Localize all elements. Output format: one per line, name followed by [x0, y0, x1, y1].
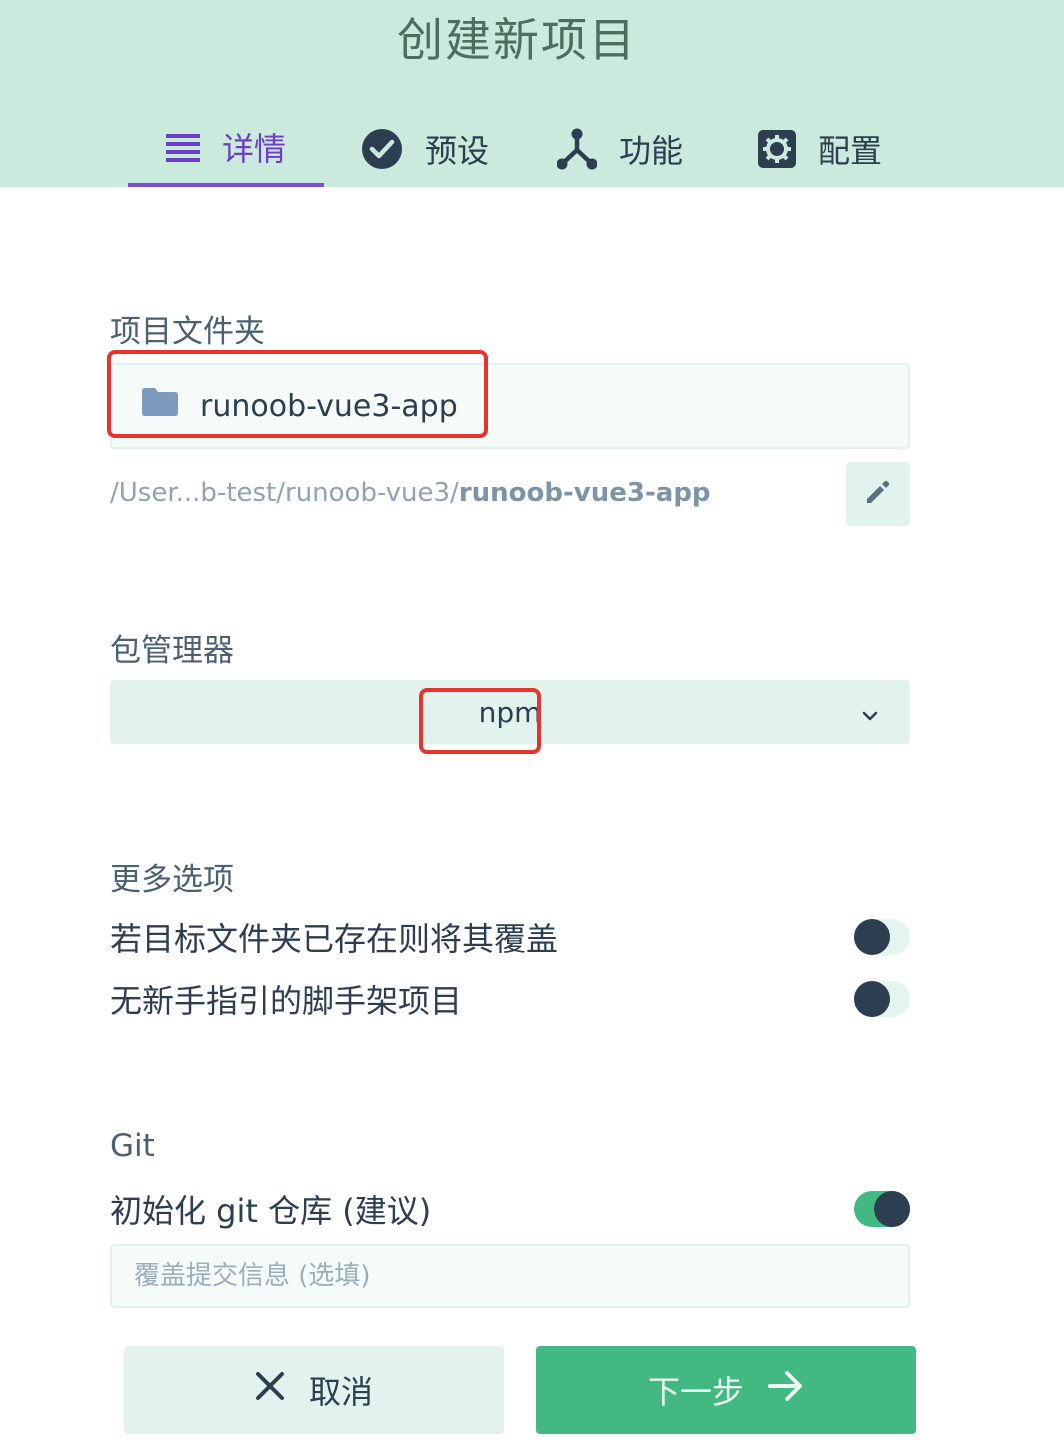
package-manager-select[interactable]: npm — [110, 680, 910, 744]
overwrite-toggle[interactable] — [854, 919, 910, 955]
page-title: 创建新项目 — [397, 13, 637, 67]
option-no-guide: 无新手指引的脚手架项目 — [110, 976, 910, 1022]
gear-icon — [757, 129, 796, 168]
toggle-knob — [854, 981, 890, 1017]
toggle-knob — [854, 919, 890, 955]
git-init-toggle[interactable] — [854, 1191, 910, 1227]
option-label: 若目标文件夹已存在则将其覆盖 — [110, 920, 559, 958]
check-circle-icon — [361, 128, 403, 170]
tab-presets[interactable]: 预设 — [340, 110, 510, 187]
cancel-button[interactable]: 取消 — [124, 1346, 504, 1434]
option-label: 无新手指引的脚手架项目 — [110, 982, 463, 1020]
package-manager-label: 包管理器 — [110, 633, 234, 669]
tab-label: 功能 — [618, 131, 683, 170]
tab-details[interactable]: 详情 — [128, 110, 324, 187]
next-button[interactable]: 下一步 — [536, 1346, 916, 1434]
option-overwrite: 若目标文件夹已存在则将其覆盖 — [110, 914, 910, 960]
fork-icon — [556, 128, 597, 170]
tab-label: 详情 — [221, 129, 286, 168]
tab-config[interactable]: 配置 — [740, 110, 900, 187]
tab-features[interactable]: 功能 — [540, 110, 700, 187]
toggle-knob — [874, 1191, 910, 1227]
option-label: 初始化 git 仓库 (建议) — [110, 1192, 432, 1230]
tab-label: 配置 — [817, 131, 882, 170]
tab-label: 预设 — [424, 131, 489, 170]
option-git-init: 初始化 git 仓库 (建议) — [110, 1186, 910, 1232]
pencil-icon — [865, 479, 891, 509]
header: 创建新项目 详情 预设 功能 配置 — [0, 0, 1064, 187]
chevron-down-icon — [860, 700, 880, 733]
edit-path-button[interactable] — [846, 462, 910, 526]
git-section-label: Git — [110, 1128, 155, 1164]
arrow-right-icon — [768, 1370, 804, 1410]
close-icon — [255, 1371, 285, 1409]
folder-name-field[interactable]: runoob-vue3-app — [110, 363, 910, 449]
more-options-label: 更多选项 — [110, 862, 234, 898]
next-label: 下一步 — [647, 1373, 744, 1411]
folder-section-label: 项目文件夹 — [110, 314, 265, 350]
folder-name-value: runoob-vue3-app — [200, 388, 458, 424]
no-guide-toggle[interactable] — [854, 981, 910, 1017]
folder-icon — [142, 388, 178, 424]
cancel-label: 取消 — [308, 1373, 373, 1411]
folder-path: /User...b-test/runoob-vue3/runoob-vue3-a… — [110, 478, 711, 508]
folder-path-name: runoob-vue3-app — [458, 478, 711, 508]
folder-path-prefix: /User...b-test/runoob-vue3/ — [110, 478, 459, 508]
package-manager-value: npm — [478, 695, 542, 729]
commit-message-input[interactable] — [110, 1244, 910, 1308]
list-icon — [165, 132, 200, 162]
